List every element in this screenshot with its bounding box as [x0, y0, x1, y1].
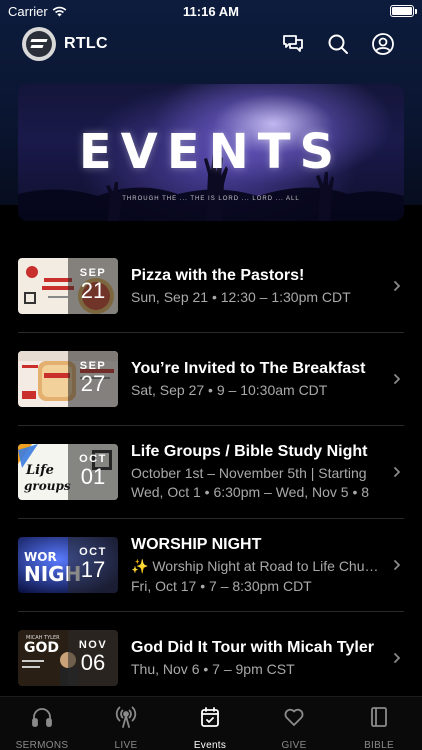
tab-give[interactable]: GIVE	[252, 705, 336, 750]
event-thumbnail: WOR NIGH OCT 17	[18, 537, 118, 593]
event-description: October 1st – November 5th | Starting	[131, 465, 367, 481]
tab-sermons[interactable]: SERMONS	[0, 705, 84, 750]
broadcast-icon	[115, 706, 137, 728]
headphones-icon	[32, 708, 52, 727]
tab-bible[interactable]: BIBLE	[337, 705, 421, 750]
chevron-right-icon	[394, 281, 401, 291]
chevron-right-icon	[394, 653, 401, 663]
event-datetime: Fri, Oct 17 • 7 – 8:30pm CDT	[131, 578, 312, 594]
event-item[interactable]: SEP 21 Pizza with the Pastors! Sun, Sep …	[18, 240, 404, 333]
event-title: Pizza with the Pastors!	[131, 267, 305, 284]
app-header: RTLC	[0, 25, 422, 63]
svg-text:MICAH TYLER: MICAH TYLER	[26, 635, 60, 641]
church-logo[interactable]	[22, 27, 56, 61]
tab-live[interactable]: LIVE	[84, 705, 168, 750]
event-day: 27	[80, 371, 106, 396]
event-title: You’re Invited to The Breakfast	[131, 360, 366, 377]
status-bar: Carrier 11:16 AM	[0, 0, 422, 22]
event-item[interactable]: SEP 27 You’re Invited to The Breakfast S…	[18, 333, 404, 426]
event-datetime: Sat, Sep 27 • 9 – 10:30am CDT	[131, 382, 328, 398]
tab-bar: SERMONS LIVE Events GIVE BIBLE	[0, 696, 422, 750]
event-thumbnail: SEP 21	[18, 258, 118, 314]
tab-events[interactable]: Events	[168, 705, 252, 750]
event-thumbnail: GOD MICAH TYLER NOV 06	[18, 630, 118, 686]
chevron-right-icon	[394, 374, 401, 384]
svg-text:Life: Life	[25, 463, 54, 478]
event-day: 17	[80, 557, 106, 582]
chevron-right-icon	[394, 467, 401, 477]
event-date-badge: NOV 06	[68, 630, 118, 686]
event-item[interactable]: GOD MICAH TYLER NOV 06 God Did It Tour w…	[18, 612, 404, 705]
tab-label: GIVE	[281, 740, 307, 750]
event-item[interactable]: Life groups OCT 01 Life Groups / Bible S…	[18, 426, 404, 519]
event-day: 01	[80, 464, 106, 489]
search-icon[interactable]	[326, 32, 350, 56]
event-description: ✨ Worship Night at Road to Life Church	[131, 558, 383, 574]
banner-caption: THROUGH THE ... THE IS LORD ... LORD ...…	[122, 196, 300, 202]
clock: 11:16 AM	[183, 4, 239, 19]
event-title: God Did It Tour with Micah Tyler	[131, 639, 374, 656]
event-title: WORSHIP NIGHT	[131, 536, 262, 553]
event-title: Life Groups / Bible Study Night	[131, 443, 368, 460]
calendar-icon	[201, 707, 219, 727]
svg-text:GOD: GOD	[24, 640, 59, 656]
event-day: 21	[80, 278, 106, 303]
event-date-badge: OCT 17	[68, 537, 118, 593]
event-datetime: Wed, Oct 1 • 6:30pm – Wed, Nov 5 • 8	[131, 484, 370, 500]
event-thumbnail: SEP 27	[18, 351, 118, 407]
event-item[interactable]: WOR NIGH OCT 17 WORSHIP NIGHT ✨ Worship …	[18, 519, 404, 612]
events-banner: EVENTS THROUGH THE ... THE IS LORD ... L…	[18, 84, 404, 221]
book-icon	[371, 707, 387, 727]
app-title: RTLC	[64, 35, 108, 52]
event-date-badge: SEP 21	[68, 258, 118, 314]
tab-label: BIBLE	[364, 740, 394, 750]
battery-icon	[390, 5, 417, 17]
tab-label: Events	[193, 740, 227, 750]
tab-label: LIVE	[114, 740, 138, 750]
banner-title: EVENTS	[78, 124, 344, 180]
event-day: 06	[80, 650, 106, 675]
tab-label: SERMONS	[15, 740, 69, 750]
event-date-badge: SEP 27	[68, 351, 118, 407]
chevron-right-icon	[394, 560, 401, 570]
chat-icon[interactable]	[281, 32, 305, 56]
profile-icon[interactable]	[371, 32, 395, 56]
event-datetime: Sun, Sep 21 • 12:30 – 1:30pm CDT	[131, 289, 351, 305]
svg-text:groups: groups	[24, 479, 71, 493]
heart-icon	[284, 708, 304, 726]
event-datetime: Thu, Nov 6 • 7 – 9pm CST	[131, 661, 295, 677]
event-date-badge: OCT 01	[68, 444, 118, 500]
event-thumbnail: Life groups OCT 01	[18, 444, 118, 500]
